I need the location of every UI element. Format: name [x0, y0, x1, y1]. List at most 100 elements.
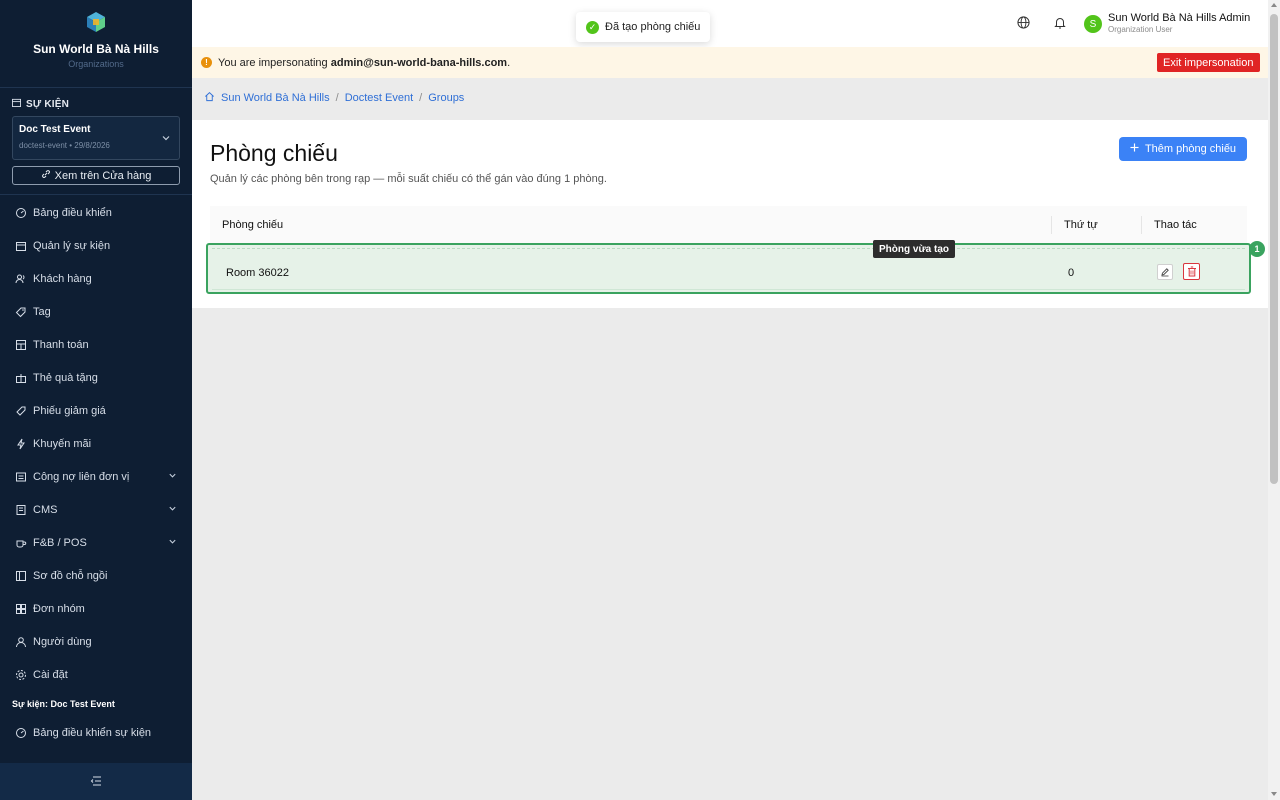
scroll-up-arrow[interactable] — [1271, 3, 1277, 7]
sidebar: Sun World Bà Nà Hills Organizations SỰ K… — [0, 0, 192, 800]
sidebar-item-user[interactable]: Người dùng — [0, 625, 192, 658]
room-name-cell: Room 36022 — [226, 267, 289, 279]
sidebar-item-coupon[interactable]: Phiếu giảm giá — [0, 394, 192, 427]
success-toast: ✓ Đã tạo phòng chiếu — [576, 12, 711, 42]
breadcrumb-groups[interactable]: Groups — [428, 92, 464, 104]
column-divider — [1141, 216, 1142, 234]
chevron-down-icon — [168, 471, 177, 483]
sidebar-item-cms[interactable]: CMS — [0, 493, 192, 526]
coffee-icon — [15, 537, 27, 549]
debt-icon — [15, 471, 27, 483]
pencil-icon — [1161, 268, 1169, 277]
check-circle-icon: ✓ — [586, 20, 599, 34]
sidebar-item-label: Khuyến mãi — [33, 437, 92, 450]
calendar-icon — [15, 240, 27, 252]
table-row[interactable]: Room 36022 0 — [206, 243, 1251, 294]
edit-button[interactable] — [1157, 264, 1173, 280]
dashboard-icon — [15, 207, 27, 219]
scroll-down-arrow[interactable] — [1271, 792, 1277, 796]
content-card: Phòng chiếu Quản lý các phòng bên trong … — [192, 120, 1268, 308]
settings-icon — [15, 669, 27, 681]
add-room-button[interactable]: Thêm phòng chiếu — [1119, 137, 1247, 161]
impersonation-banner: ! You are impersonating admin@sun-world-… — [192, 47, 1268, 78]
sidebar-item-calendar[interactable]: Quản lý sự kiện — [0, 229, 192, 262]
promo-icon — [15, 438, 27, 450]
exit-impersonation-button[interactable]: Exit impersonation — [1157, 53, 1260, 72]
view-store-button[interactable]: Xem trên Cửa hàng — [12, 166, 180, 185]
sidebar-item-promo[interactable]: Khuyến mãi — [0, 427, 192, 460]
chevron-down-icon — [168, 537, 177, 549]
plus-icon — [1130, 143, 1139, 155]
seatmap-icon — [15, 570, 27, 582]
delete-button[interactable] — [1183, 263, 1200, 280]
breadcrumb-org[interactable]: Sun World Bà Nà Hills — [221, 92, 330, 104]
impersonated-email: admin@sun-world-bana-hills.com — [330, 56, 508, 69]
sidebar-item-dashboard[interactable]: Bảng điều khiển — [0, 196, 192, 229]
event-section-label: SỰ KIỆN — [0, 88, 192, 116]
group-order-icon — [15, 603, 27, 615]
globe-icon[interactable] — [1017, 16, 1030, 32]
breadcrumb-separator: / — [335, 92, 339, 104]
event-selector[interactable]: Doc Test Event doctest-event • 29/8/2026 — [12, 116, 180, 160]
sidebar-item-users[interactable]: Khách hàng — [0, 262, 192, 295]
sidebar-item-label: Cài đặt — [33, 668, 68, 681]
event-name: Doc Test Event — [19, 124, 91, 135]
column-header-actions: Thao tác — [1154, 219, 1197, 231]
page-scrollbar[interactable] — [1268, 0, 1280, 800]
gift-icon — [15, 372, 27, 384]
sidebar-item-gift[interactable]: Thẻ quà tặng — [0, 361, 192, 394]
sidebar-item-label: CMS — [33, 503, 58, 516]
sidebar-item-group-order[interactable]: Đơn nhóm — [0, 592, 192, 625]
tag-icon — [15, 306, 27, 318]
users-icon — [15, 273, 27, 285]
collapse-sidebar-button[interactable] — [0, 763, 192, 800]
avatar[interactable]: S — [1084, 15, 1102, 33]
user-role: Organization User — [1108, 25, 1173, 34]
event-meta: doctest-event • 29/8/2026 — [19, 141, 110, 150]
scroll-thumb[interactable] — [1270, 14, 1278, 484]
sidebar-item-tag[interactable]: Tag — [0, 295, 192, 328]
sidebar-item-label: Tag — [33, 305, 51, 318]
column-header-room: Phòng chiếu — [222, 219, 284, 231]
table-header: Phòng chiếu Thứ tự Thao tác — [210, 206, 1247, 244]
sidebar-item-label: Công nợ liên đơn vị — [33, 470, 130, 483]
sidebar-item-label: Khách hàng — [33, 272, 92, 285]
column-divider — [1051, 216, 1052, 234]
sidebar-item-label: Thanh toán — [33, 338, 89, 351]
sidebar-item-label: Bảng điều khiển sự kiện — [33, 726, 152, 739]
sidebar-item-seatmap[interactable]: Sơ đồ chỗ ngồi — [0, 559, 192, 592]
sidebar-item-label: F&B / POS — [33, 536, 87, 549]
payment-icon — [15, 339, 27, 351]
sidebar-item-label: Sơ đồ chỗ ngồi — [33, 569, 108, 582]
user-name[interactable]: Sun World Bà Nà Hills Admin — [1108, 12, 1250, 24]
row-content: Room 36022 0 — [212, 248, 1245, 290]
sidebar-item-payment[interactable]: Thanh toán — [0, 328, 192, 361]
sidebar-item-label: Đơn nhóm — [33, 602, 85, 615]
sidebar-nav: Bảng điều khiển Quản lý sự kiện Khách hàng… — [0, 195, 192, 691]
org-name: Sun World Bà Nà Hills — [33, 42, 159, 56]
event-nav-label: Sự kiện: Doc Test Event — [12, 699, 115, 709]
sidebar-item-label: Thẻ quà tặng — [33, 371, 98, 384]
breadcrumb: Sun World Bà Nà Hills / Doctest Event / … — [204, 91, 464, 105]
warning-icon: ! — [201, 57, 212, 68]
annotation-badge: 1 — [1249, 241, 1265, 257]
coupon-icon — [15, 405, 27, 417]
breadcrumb-event[interactable]: Doctest Event — [345, 92, 413, 104]
chevron-down-icon — [161, 132, 171, 146]
chevron-down-icon — [168, 504, 177, 516]
bell-icon[interactable] — [1054, 16, 1066, 32]
order-cell: 0 — [1068, 267, 1075, 279]
sidebar-item-coffee[interactable]: F&B / POS — [0, 526, 192, 559]
sidebar-item-debt[interactable]: Công nợ liên đơn vị — [0, 460, 192, 493]
sidebar-item-label: Quản lý sự kiện — [33, 239, 111, 252]
add-room-label: Thêm phòng chiếu — [1144, 143, 1237, 155]
sidebar-item-dashboard[interactable]: Bảng điều khiển sự kiện — [0, 716, 192, 749]
top-header: ✓ Đã tạo phòng chiếu S Sun World Bà Nà H… — [192, 0, 1268, 47]
home-icon — [204, 91, 215, 105]
menu-collapse-icon — [90, 775, 102, 789]
sidebar-item-settings[interactable]: Cài đặt — [0, 658, 192, 691]
toast-message: Đã tạo phòng chiếu — [605, 21, 701, 33]
breadcrumb-separator: / — [419, 92, 423, 104]
banner-prefix: You are impersonating — [218, 56, 331, 69]
column-header-order: Thứ tự — [1064, 219, 1098, 231]
